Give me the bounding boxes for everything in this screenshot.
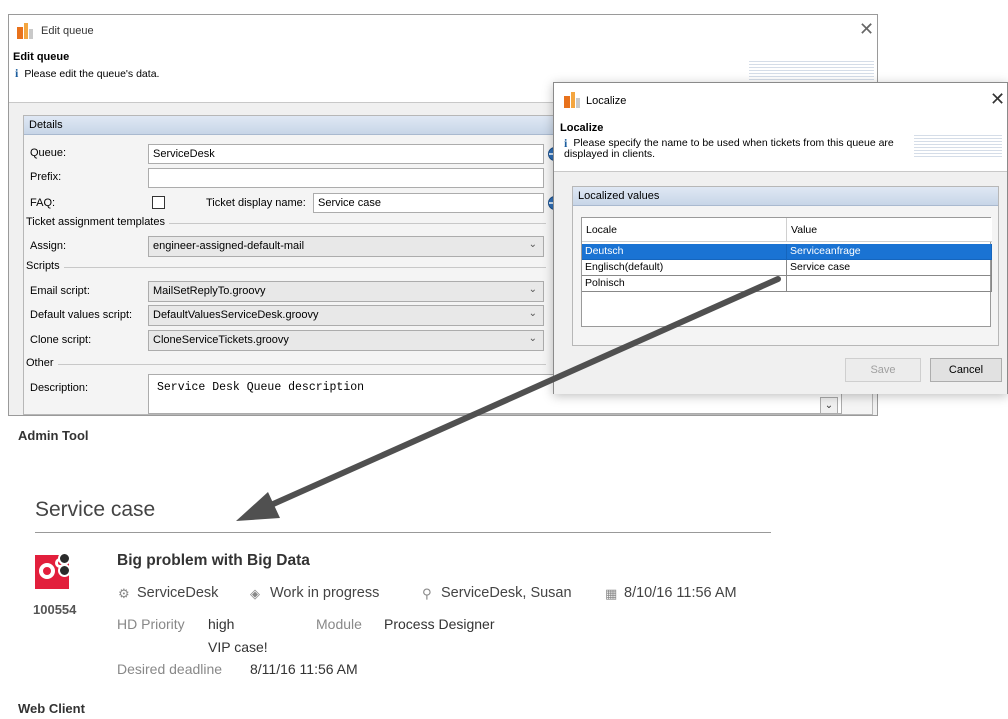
hd-priority-value: high bbox=[208, 616, 235, 632]
section-title: Service case bbox=[35, 498, 156, 521]
gear-outline-icon: ⚙ bbox=[118, 587, 130, 602]
admin-tool-caption: Admin Tool bbox=[18, 428, 89, 443]
arrow-connector bbox=[236, 276, 781, 521]
badge-icon bbox=[56, 552, 74, 578]
calendar-icon: ▦ bbox=[605, 587, 618, 602]
module-value: Process Designer bbox=[384, 616, 495, 632]
ticket-queue: ServiceDesk bbox=[137, 585, 219, 601]
module-label: Module bbox=[316, 616, 362, 632]
ticket-date: 8/10/16 11:56 AM bbox=[624, 585, 737, 601]
deadline-value: 8/11/16 11:56 AM bbox=[250, 661, 358, 677]
diamond-status-icon: ◈ bbox=[250, 587, 260, 602]
ticket-subject[interactable]: Big problem with Big Data bbox=[117, 552, 310, 570]
deadline-label: Desired deadline bbox=[117, 661, 223, 677]
divider bbox=[35, 532, 771, 533]
web-client-caption: Web Client bbox=[18, 701, 85, 716]
ticket-number: 100554 bbox=[33, 602, 77, 617]
person-icon: ⚲ bbox=[422, 587, 432, 602]
ticket-assignee: ServiceDesk, Susan bbox=[441, 585, 572, 601]
vip-note: VIP case! bbox=[208, 639, 268, 655]
hd-priority-label: HD Priority bbox=[117, 616, 185, 632]
ticket-status: Work in progress bbox=[270, 585, 380, 601]
